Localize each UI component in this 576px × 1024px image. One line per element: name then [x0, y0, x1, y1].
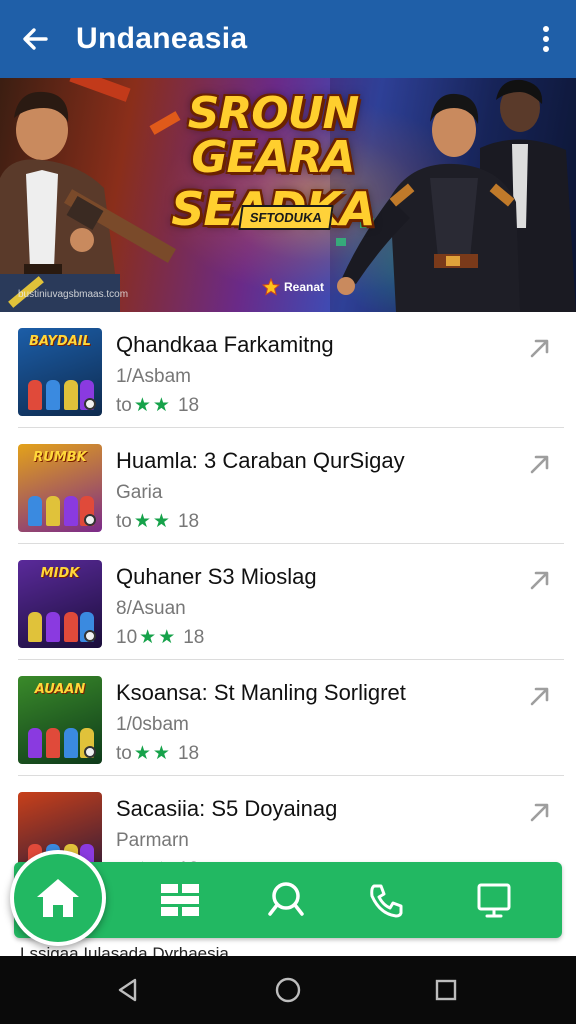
game-thumbnail: AUAAN — [18, 676, 102, 764]
item-title: Qhandkaa Farkamitng — [116, 332, 334, 357]
nav-grid-button[interactable] — [150, 862, 210, 938]
item-subtitle: Parmarn — [116, 830, 189, 851]
item-rating: 10 ★ ★ 18 — [116, 626, 317, 649]
system-navigation-bar — [0, 956, 576, 1024]
nav-phone-button[interactable] — [356, 862, 416, 938]
brand-label: Reanat — [284, 280, 325, 294]
thumbnail-character — [46, 612, 60, 642]
item-title: Ksoansa: St Manling Sorligret — [116, 680, 406, 705]
rating-suffix: 18 — [177, 742, 200, 764]
item-info: Ksoansa: St Manling Sorligret 1/0sbam to ★ ★… — [116, 680, 406, 765]
rating-prefix: 10 — [116, 626, 138, 648]
thumbnail-title: RUMBK — [33, 450, 87, 465]
thumbnail-character — [64, 612, 78, 642]
game-list: BAYDAIL Qhandkaa Farkamitng 1/Asbam to ★ ★ 18 R… — [0, 312, 576, 892]
overflow-menu-button[interactable] — [516, 0, 576, 78]
thumbnail-title: AUAAN — [34, 682, 86, 697]
game-thumbnail: MIDK — [18, 560, 102, 648]
thumbnail-character — [46, 496, 60, 526]
item-subtitle: 1/Asbam — [116, 366, 191, 387]
thumbnail-character — [46, 728, 60, 758]
rating-prefix: to — [116, 510, 132, 532]
thumbnail-character — [28, 728, 42, 758]
rating-prefix: to — [116, 742, 132, 764]
star-icon: ★ — [133, 511, 151, 532]
item-info: Quhaner S3 Mioslag 8/Asuan 10 ★ ★ 18 — [116, 564, 317, 649]
game-thumbnail: RUMBK — [18, 444, 102, 532]
star-logo-icon — [262, 278, 280, 296]
list-item[interactable]: MIDK Quhaner S3 Mioslag 8/Asuan 10 ★ ★ 18 — [18, 544, 564, 660]
thumbnail-character — [64, 496, 78, 526]
headline-line1: SROUN GEARA — [187, 88, 360, 183]
star-icon: ★ — [152, 511, 170, 532]
rating-suffix: 18 — [183, 626, 205, 648]
item-rating: to★★18 — [116, 742, 406, 765]
grid-icon — [161, 884, 199, 916]
nav-home-button[interactable] — [10, 850, 106, 946]
triangle-back-icon — [118, 978, 137, 1002]
rating-suffix: 18 — [177, 394, 200, 416]
rating-suffix: 18 — [177, 510, 200, 532]
thumbnail-character — [64, 728, 78, 758]
item-title: Sacasiia: S5 Doyainag — [116, 796, 338, 821]
thumbnail-badge — [84, 398, 96, 410]
thumbnail-character — [64, 380, 78, 410]
open-arrow-icon[interactable] — [528, 336, 552, 360]
item-info: Huamla: 3 Caraban QurSigay Garia to ★ ★ 18 — [116, 448, 405, 533]
monitor-icon — [477, 883, 511, 918]
rating-prefix: to — [116, 394, 132, 416]
star-icon: ★ — [152, 395, 170, 416]
list-item[interactable]: AUAAN Ksoansa: St Manling Sorligret 1/0sba… — [18, 660, 564, 776]
phone-icon — [370, 884, 403, 918]
open-arrow-icon[interactable] — [528, 452, 552, 476]
search-icon — [268, 882, 304, 916]
star-icon: ★ — [152, 743, 170, 764]
thumbnail-badge — [84, 746, 96, 758]
item-info: Qhandkaa Farkamitng 1/Asbam to ★ ★ 18 — [116, 332, 334, 417]
item-subtitle: 8/Asuan — [116, 598, 186, 619]
open-arrow-icon[interactable] — [528, 568, 552, 592]
list-item[interactable]: RUMBK Huamla: 3 Caraban QurSigay Garia to ★ ★… — [18, 428, 564, 544]
page-title: Undaneasia — [76, 22, 248, 55]
item-subtitle: Garia — [116, 482, 163, 503]
list-item[interactable]: BAYDAIL Qhandkaa Farkamitng 1/Asbam to ★ ★ 18 — [18, 312, 564, 428]
arrow-left-icon — [23, 28, 48, 50]
thumbnail-title: BAYDAIL — [29, 334, 91, 349]
more-vertical-icon — [543, 26, 549, 52]
system-recents-button[interactable] — [406, 956, 486, 1024]
home-icon — [37, 879, 79, 917]
promo-banner[interactable]: SROUN GEARA SEADKA SFTODUKA bustiniuvags… — [0, 78, 576, 312]
thumbnail-badge — [84, 514, 96, 526]
item-rating: to★★18 — [116, 510, 405, 533]
square-recents-icon — [435, 979, 457, 1001]
nav-search-button[interactable] — [256, 862, 316, 938]
circle-home-icon — [275, 977, 301, 1003]
item-title: Quhaner S3 Mioslag — [116, 564, 317, 589]
thumbnail-character — [28, 612, 42, 642]
nav-screen-button[interactable] — [464, 862, 524, 938]
system-back-button[interactable] — [88, 956, 168, 1024]
star-icon: ★ — [133, 743, 151, 764]
game-thumbnail: BAYDAIL — [18, 328, 102, 416]
item-subtitle: 1/0sbam — [116, 714, 189, 735]
system-home-button[interactable] — [248, 956, 328, 1024]
banner-caption: bustiniuvagsbmaas.tcom — [18, 289, 129, 300]
banner-tag: SFTODUKA — [238, 205, 334, 230]
back-button[interactable] — [0, 0, 70, 78]
star-icon: ★ — [133, 395, 151, 416]
open-arrow-icon[interactable] — [528, 800, 552, 824]
app-bar: Undaneasia — [0, 0, 576, 78]
thumbnail-character — [28, 380, 42, 410]
thumbnail-character — [46, 380, 60, 410]
star-icon: ★ — [139, 627, 157, 648]
open-arrow-icon[interactable] — [528, 684, 552, 708]
star-icon: ★ — [158, 627, 176, 648]
item-rating: to★★18 — [116, 394, 334, 417]
item-title: Huamla: 3 Caraban QurSigay — [116, 448, 405, 473]
footer-text: Lssigaa Iulasada Dyrhaesia — [20, 944, 229, 956]
banner-brand: Reanat — [262, 278, 324, 296]
thumbnail-title: MIDK — [40, 566, 80, 581]
thumbnail-badge — [84, 630, 96, 642]
thumbnail-character — [28, 496, 42, 526]
